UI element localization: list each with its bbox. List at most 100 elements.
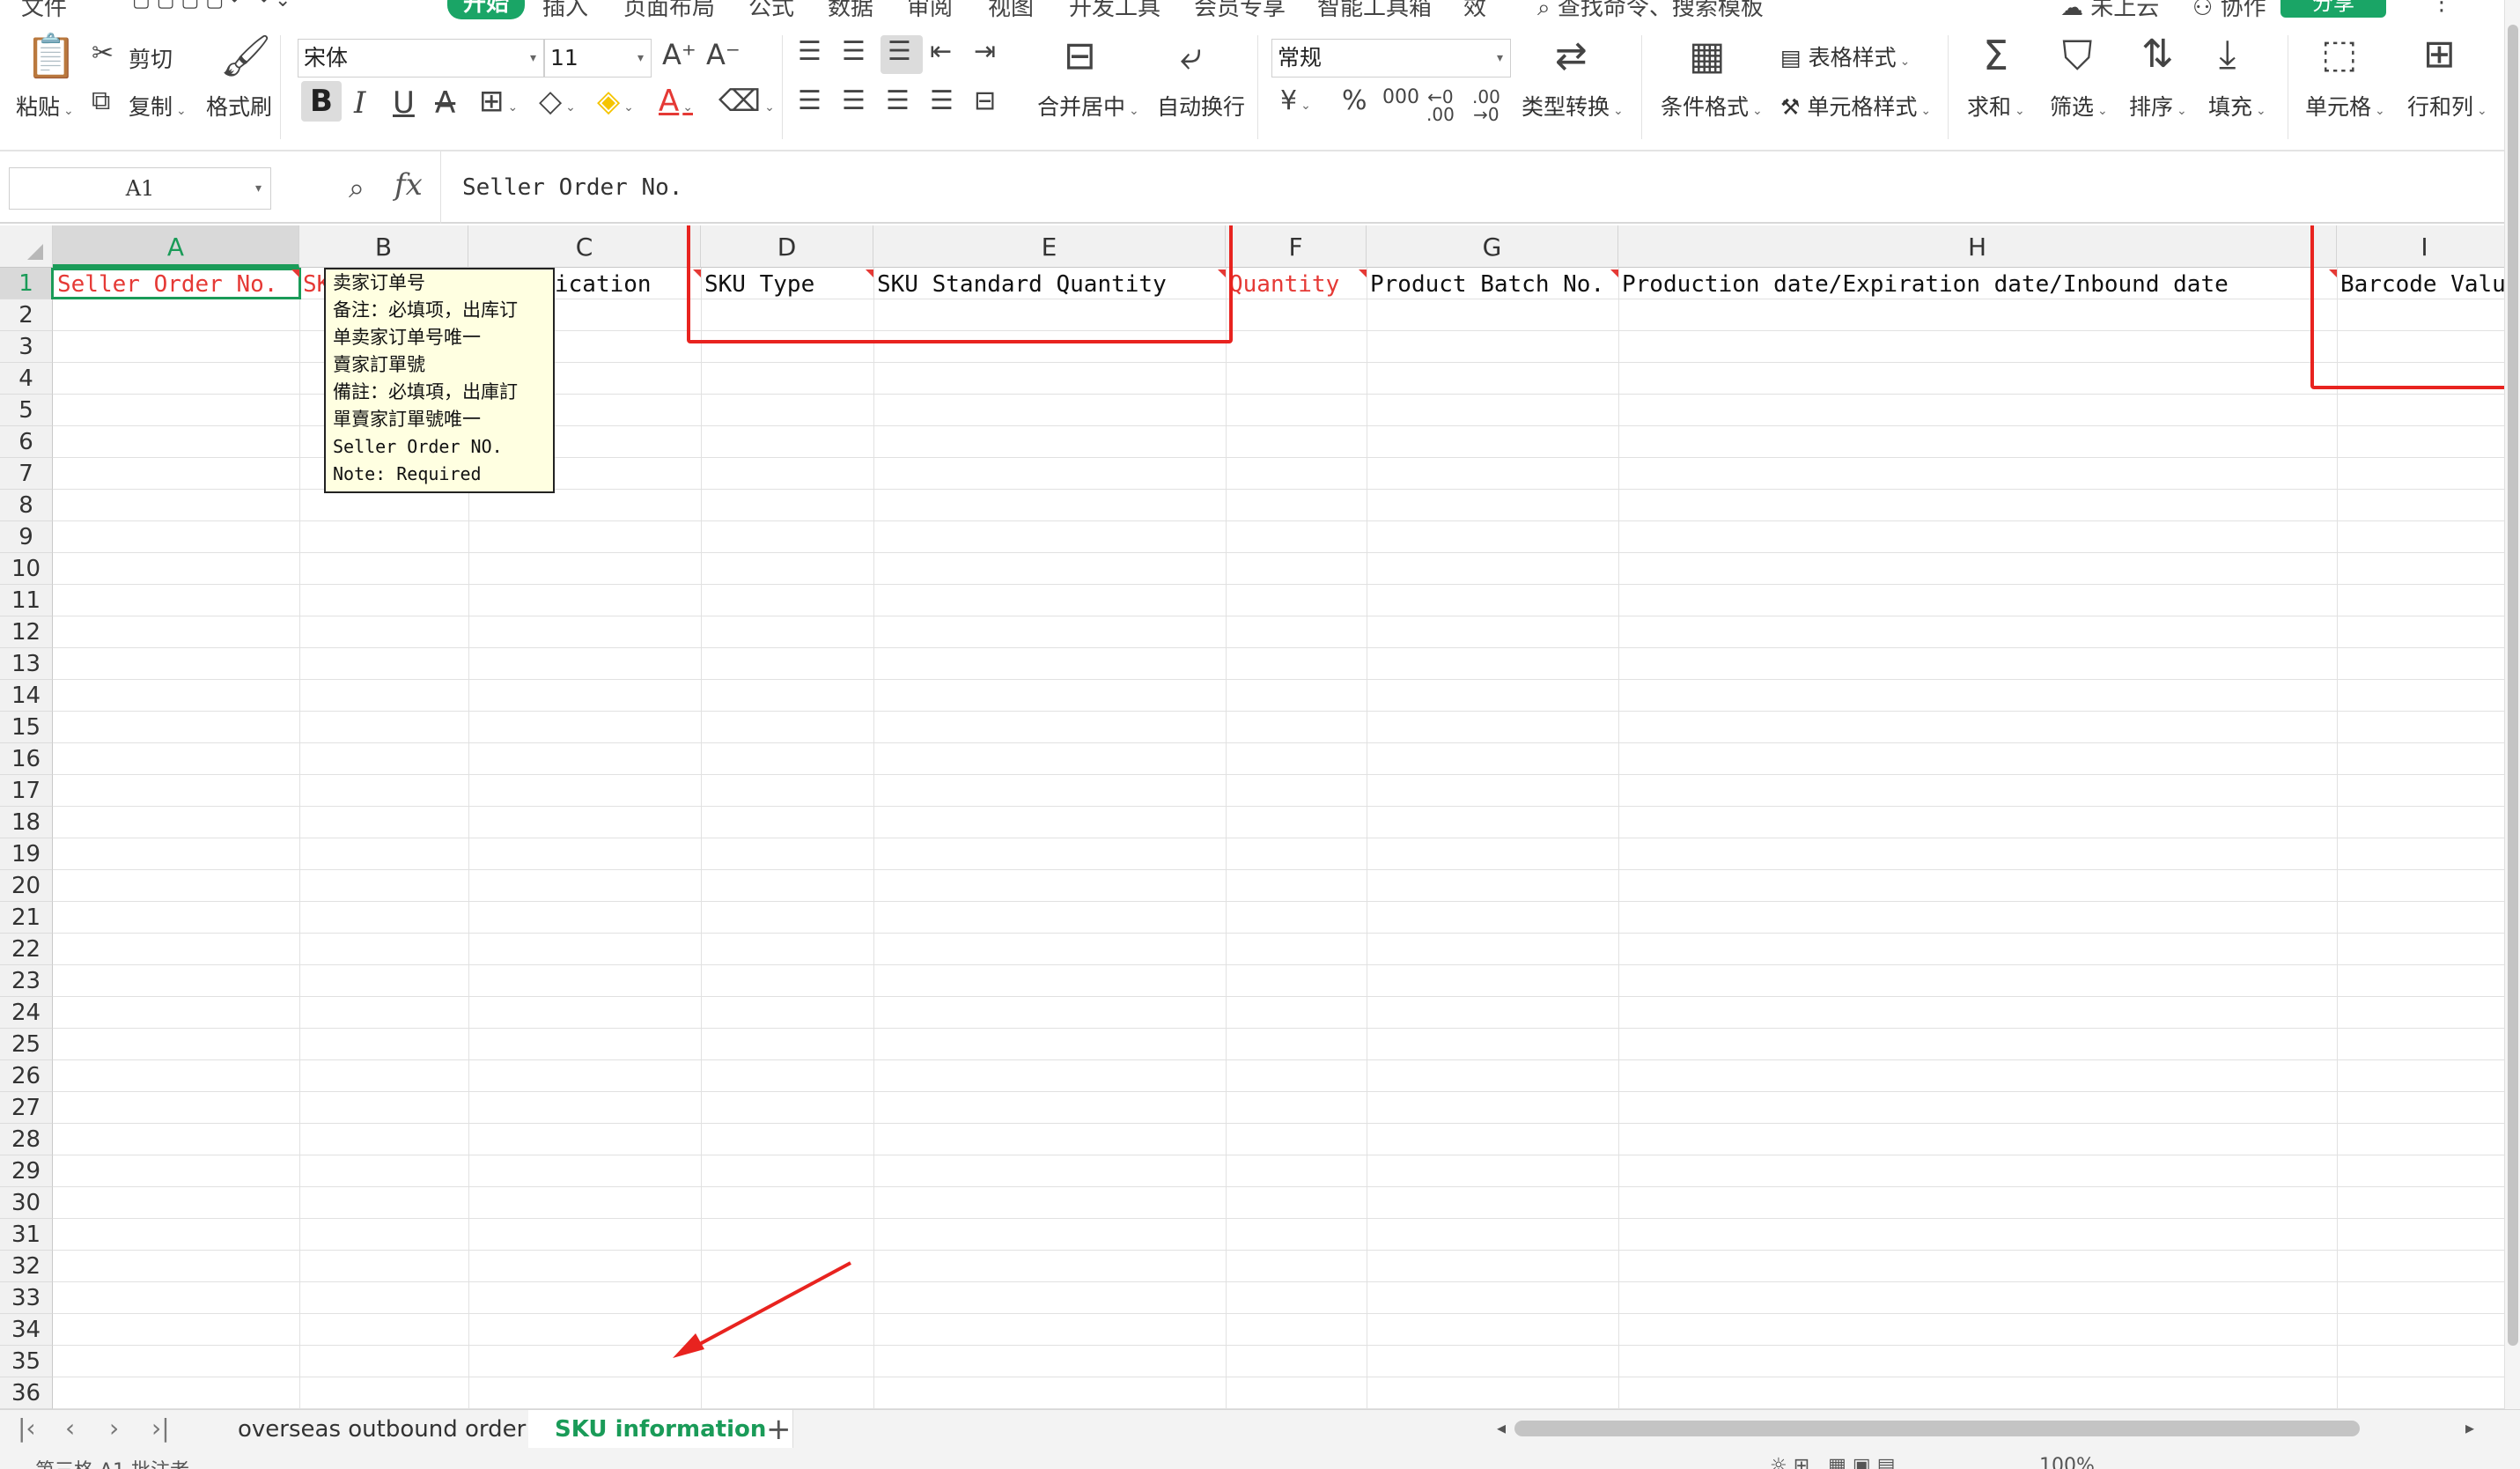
collab-button[interactable]: ⚇ 协作	[2192, 0, 2266, 19]
bold-button[interactable]: B	[301, 81, 342, 122]
font-color-icon[interactable]: A ⌄	[659, 86, 693, 116]
view-mode-icons[interactable]: ☼ ⊞ ▦ ▣ ▤	[1770, 1455, 1895, 1469]
column-header-b[interactable]: B	[299, 225, 468, 268]
quick-access-icons[interactable]: ▢ ▢ ▢ ▢ ↶ ↷ ⌄	[132, 0, 291, 11]
row-header[interactable]: 30	[0, 1187, 53, 1219]
search-command-input[interactable]: ⌕ 查找命令、搜索模板	[1537, 0, 1764, 19]
menu-member[interactable]: 会员专享	[1194, 0, 1286, 19]
cell-a1[interactable]: Seller Order No.	[51, 268, 301, 299]
row-header[interactable]: 29	[0, 1155, 53, 1187]
row-header[interactable]: 10	[0, 553, 53, 585]
menu-review[interactable]: 审阅	[907, 0, 953, 19]
vertical-scroll-thumb[interactable]	[2508, 25, 2518, 1346]
row-header[interactable]: 12	[0, 616, 53, 648]
scroll-left-icon[interactable]: ◂	[1497, 1417, 1506, 1438]
sort-button[interactable]: 排序 ⌄	[2129, 90, 2187, 122]
more-options-icon[interactable]: ⋮	[2430, 0, 2453, 16]
strikethrough-button[interactable]: A	[435, 88, 455, 118]
merge-center-button[interactable]: 合并居中 ⌄	[1037, 90, 1139, 122]
menu-insert[interactable]: 插入	[542, 0, 588, 19]
fill-down-icon[interactable]: ⤓	[2219, 35, 2236, 74]
format-painter-icon[interactable]: 🖌	[220, 35, 271, 76]
row-header[interactable]: 14	[0, 680, 53, 712]
cut-icon[interactable]: ✂	[92, 41, 114, 67]
row-header[interactable]: 11	[0, 585, 53, 616]
justify-icon[interactable]: ☰	[930, 88, 954, 114]
row-header[interactable]: 1	[0, 268, 53, 299]
border-icon[interactable]: ⊞ ⌄	[479, 86, 518, 116]
menu-more[interactable]: 效	[1463, 0, 1486, 19]
prev-sheet-icon[interactable]: ‹	[65, 1414, 75, 1443]
row-header[interactable]: 7	[0, 458, 53, 490]
row-header[interactable]: 16	[0, 743, 53, 775]
sheet-tab-overseas-outbound[interactable]: overseas outbound order	[211, 1410, 554, 1449]
cell-style-button[interactable]: ⚒ 单元格样式 ⌄	[1780, 90, 1931, 122]
row-header[interactable]: 33	[0, 1282, 53, 1314]
cell-c1[interactable]: ication	[551, 268, 701, 299]
conditional-format-button[interactable]: 条件格式 ⌄	[1661, 90, 1763, 122]
wrap-text-icon[interactable]: ⤶	[1180, 37, 1202, 76]
column-header-a[interactable]: A	[53, 225, 299, 268]
fill-button[interactable]: 填充 ⌄	[2208, 90, 2266, 122]
row-header[interactable]: 26	[0, 1060, 53, 1092]
row-header[interactable]: 25	[0, 1029, 53, 1060]
currency-icon[interactable]: ¥ ⌄	[1280, 88, 1311, 114]
row-header[interactable]: 27	[0, 1092, 53, 1124]
fx-icon[interactable]: fx	[394, 167, 423, 203]
align-left-icon[interactable]: ☰	[798, 88, 822, 114]
last-sheet-icon[interactable]: ›|	[151, 1414, 170, 1443]
row-header[interactable]: 35	[0, 1346, 53, 1377]
filter-button[interactable]: 筛选 ⌄	[2050, 90, 2108, 122]
decimal-decrease-icon[interactable]: .00 →0	[1472, 88, 1500, 123]
row-header[interactable]: 34	[0, 1314, 53, 1346]
menu-developer[interactable]: 开发工具	[1069, 0, 1161, 19]
row-header[interactable]: 8	[0, 490, 53, 521]
select-all-corner[interactable]	[0, 225, 53, 268]
clear-format-icon[interactable]: ⌫ ⌄	[718, 86, 775, 116]
horizontal-scroll-thumb[interactable]	[1514, 1421, 2360, 1436]
menu-formulas[interactable]: 公式	[748, 0, 794, 19]
row-header[interactable]: 3	[0, 331, 53, 363]
row-header[interactable]: 20	[0, 870, 53, 902]
distribute-icon[interactable]: ⊟	[974, 88, 996, 114]
align-right-icon[interactable]: ☰	[886, 88, 910, 114]
format-painter-button[interactable]: 格式刷	[206, 90, 272, 122]
table-style-button[interactable]: ▤ 表格样式 ⌄	[1780, 41, 1910, 72]
conditional-format-icon[interactable]: ▦	[1689, 37, 1726, 76]
menu-view[interactable]: 视图	[988, 0, 1034, 19]
row-header[interactable]: 18	[0, 807, 53, 838]
underline-button[interactable]: U	[393, 88, 415, 118]
align-bottom-icon[interactable]: ☰	[888, 39, 911, 65]
name-box[interactable]: A1 ▾	[9, 167, 271, 210]
row-header[interactable]: 28	[0, 1124, 53, 1155]
cut-button[interactable]: 剪切	[129, 42, 173, 74]
row-header[interactable]: 24	[0, 997, 53, 1029]
menu-file[interactable]: 文件	[21, 0, 67, 19]
sum-icon[interactable]: Σ	[1983, 35, 2008, 76]
indent-increase-icon[interactable]: ⇥	[974, 39, 996, 65]
align-top-icon[interactable]: ☰	[798, 39, 822, 65]
row-header[interactable]: 15	[0, 712, 53, 743]
row-header[interactable]: 22	[0, 934, 53, 965]
menu-home[interactable]: 开始	[447, 0, 526, 19]
row-header[interactable]: 13	[0, 648, 53, 680]
row-header[interactable]: 23	[0, 965, 53, 997]
filter-icon[interactable]: ⛉	[2062, 35, 2093, 76]
font-size-select[interactable]: 11 ▾	[544, 39, 652, 78]
spreadsheet-grid[interactable]: A B C D E F G H I 1 2 3 4 5 6 7 8 9 10 1…	[0, 225, 2504, 1409]
sum-button[interactable]: 求和 ⌄	[1967, 90, 2025, 122]
column-header-c[interactable]: C	[468, 225, 701, 268]
merge-center-icon[interactable]: ⊟	[1064, 37, 1096, 76]
cell-g1[interactable]: Product Batch No.	[1367, 268, 1618, 299]
row-header[interactable]: 36	[0, 1377, 53, 1409]
vertical-scrollbar[interactable]	[2504, 0, 2520, 1409]
first-sheet-icon[interactable]: |‹	[18, 1414, 36, 1443]
row-header[interactable]: 17	[0, 775, 53, 807]
percent-icon[interactable]: %	[1342, 88, 1367, 114]
sort-icon[interactable]: ⇅	[2141, 35, 2174, 74]
decimal-increase-icon[interactable]: ←0.00	[1426, 88, 1455, 123]
cell-icon[interactable]: ⬚	[2321, 35, 2358, 74]
next-sheet-icon[interactable]: ›	[109, 1414, 119, 1443]
row-col-icon[interactable]: ⊞	[2423, 35, 2456, 74]
row-header[interactable]: 31	[0, 1219, 53, 1251]
